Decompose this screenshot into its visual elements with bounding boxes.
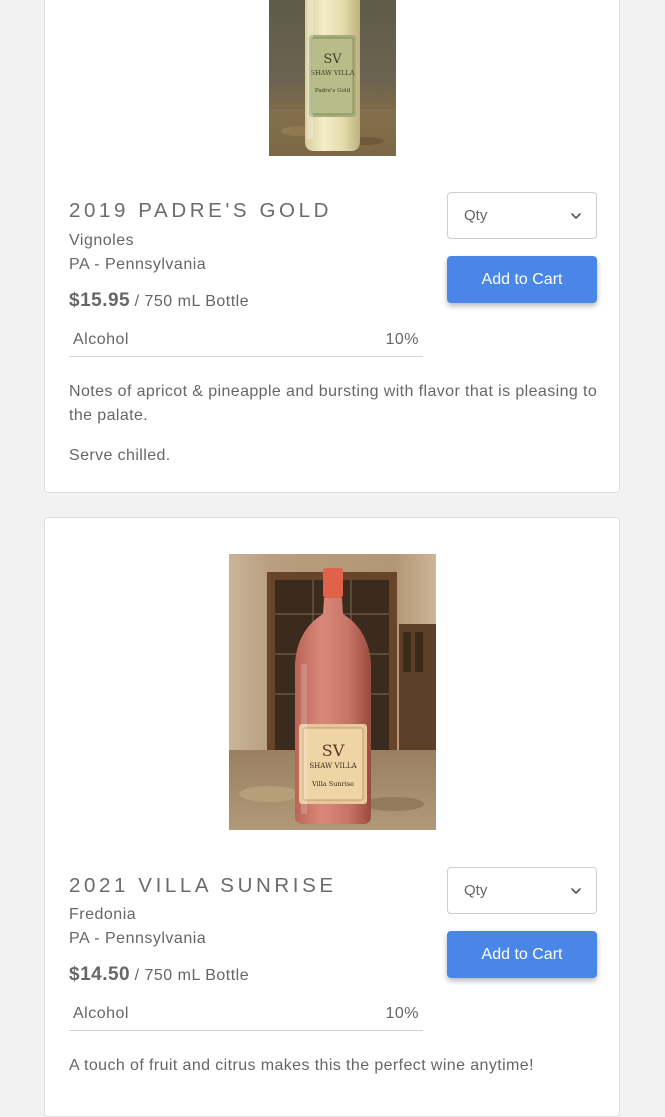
product-card-villa-sunrise: SV SHAW VILLA Villa Sunrise 2021 VILLA S… bbox=[44, 517, 620, 1117]
svg-text:SHAW VILLA: SHAW VILLA bbox=[309, 762, 357, 770]
qty-select[interactable]: Qty bbox=[447, 192, 597, 239]
product-unit: / 750 mL Bottle bbox=[134, 293, 250, 310]
svg-text:SV: SV bbox=[323, 52, 342, 67]
add-to-cart-button[interactable]: Add to Cart bbox=[447, 931, 597, 978]
price-row: $15.95 / 750 mL Bottle bbox=[69, 290, 249, 312]
alcohol-label: Alcohol bbox=[73, 331, 129, 348]
bottle-image: SV SHAW VILLA Villa Sunrise bbox=[229, 554, 436, 830]
product-description: Notes of apricot & pineapple and burstin… bbox=[69, 383, 598, 424]
alcohol-row: Alcohol 10% bbox=[69, 999, 423, 1031]
qty-select[interactable]: Qty bbox=[447, 867, 597, 914]
product-title: 2021 VILLA SUNRISE bbox=[69, 874, 337, 897]
alcohol-value: 10% bbox=[385, 331, 419, 348]
svg-text:Villa Sunrise: Villa Sunrise bbox=[311, 780, 354, 788]
svg-text:Padre's Gold: Padre's Gold bbox=[315, 88, 351, 94]
svg-text:SV: SV bbox=[322, 741, 345, 760]
product-title: 2019 PADRE'S GOLD bbox=[69, 199, 332, 222]
product-varietal: Fredonia bbox=[69, 906, 137, 923]
add-to-cart-button[interactable]: Add to Cart bbox=[447, 256, 597, 303]
product-card-padres-gold: SV SHAW VILLA Padre's Gold 2019 PADRE'S … bbox=[44, 0, 620, 493]
qty-placeholder: Qty bbox=[464, 207, 488, 224]
serving-note: Serve chilled. bbox=[69, 447, 171, 464]
alcohol-row: Alcohol 10% bbox=[69, 325, 423, 357]
product-region: PA - Pennsylvania bbox=[69, 930, 207, 947]
price-row: $14.50 / 750 mL Bottle bbox=[69, 964, 249, 986]
product-price: $15.95 bbox=[69, 290, 131, 311]
svg-text:SHAW VILLA: SHAW VILLA bbox=[311, 69, 355, 77]
product-unit: / 750 mL Bottle bbox=[134, 967, 250, 984]
alcohol-label: Alcohol bbox=[73, 1005, 129, 1022]
qty-placeholder: Qty bbox=[464, 882, 488, 899]
product-varietal: Vignoles bbox=[69, 232, 135, 249]
chevron-down-icon bbox=[571, 213, 581, 219]
product-price: $14.50 bbox=[69, 964, 131, 985]
bottle-image: SV SHAW VILLA Padre's Gold bbox=[269, 0, 396, 156]
product-region: PA - Pennsylvania bbox=[69, 256, 207, 273]
product-description: A touch of fruit and citrus makes this t… bbox=[69, 1057, 534, 1074]
product-photo[interactable]: SV SHAW VILLA Villa Sunrise bbox=[229, 554, 436, 830]
alcohol-value: 10% bbox=[385, 1005, 419, 1022]
product-photo[interactable]: SV SHAW VILLA Padre's Gold bbox=[269, 0, 396, 156]
chevron-down-icon bbox=[571, 888, 581, 894]
